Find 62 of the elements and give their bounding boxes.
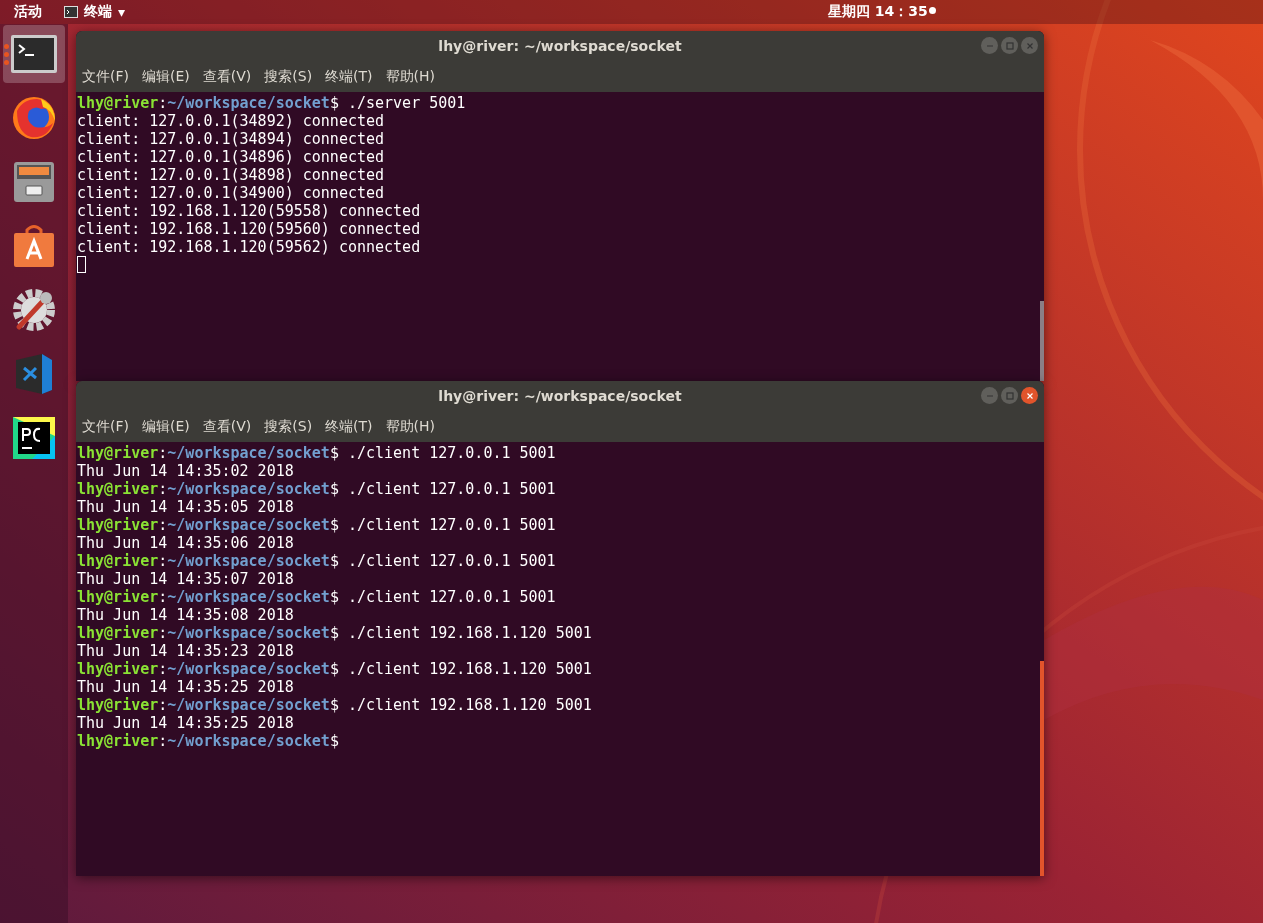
- terminal-line: lhy@river:~/workspace/socket$ ./client 192.168.1.120 5001: [77, 660, 593, 678]
- globe-icon: [11, 95, 57, 141]
- terminal-line: Thu Jun 14 14:35:23 2018: [77, 642, 295, 660]
- terminal-line: client: 127.0.0.1(34900) connected: [77, 184, 386, 202]
- caret-icon: ▾: [118, 4, 126, 20]
- terminal-line: client: 127.0.0.1(34896) connected: [77, 148, 386, 166]
- menu-item[interactable]: 帮助(H): [385, 67, 436, 86]
- terminal-line: lhy@river:~/workspace/socket$: [77, 732, 340, 750]
- terminal-line: Thu Jun 14 14:35:06 2018: [77, 534, 295, 552]
- menu-item[interactable]: 文件(F): [82, 67, 129, 86]
- terminal-line: client: 127.0.0.1(34898) connected: [77, 166, 386, 184]
- menu-item[interactable]: 搜索(S): [264, 67, 313, 86]
- menu-item[interactable]: 搜索(S): [264, 417, 313, 436]
- terminal-line: client: 127.0.0.1(34894) connected: [77, 130, 386, 148]
- terminal-line: lhy@river:~/workspace/socket$ ./client 127.0.0.1 5001: [77, 552, 557, 570]
- close-button[interactable]: [1021, 387, 1038, 404]
- terminal-line: Thu Jun 14 14:35:25 2018: [77, 714, 295, 732]
- terminal-line: lhy@river:~/workspace/socket$ ./client 127.0.0.1 5001: [77, 516, 557, 534]
- scrollbar[interactable]: [1040, 661, 1044, 876]
- gear-wrench-icon: [11, 287, 57, 333]
- filing-cabinet-icon: [12, 160, 56, 204]
- terminal-line: Thu Jun 14 14:35:02 2018: [77, 462, 295, 480]
- clock[interactable]: 星期四 14：35: [828, 3, 928, 21]
- terminal-line: client: 192.168.1.120(59560) connected: [77, 220, 422, 238]
- terminal-line: client: 192.168.1.120(59558) connected: [77, 202, 422, 220]
- terminal-line: lhy@river:~/workspace/socket$ ./client 192.168.1.120 5001: [77, 624, 593, 642]
- terminal-line: lhy@river:~/workspace/socket$ ./server 5001: [77, 94, 467, 112]
- dock-item[interactable]: [3, 25, 65, 83]
- running-indicator-icon: [4, 44, 9, 65]
- maximize-icon: [1004, 40, 1015, 51]
- close-icon: [1024, 390, 1035, 401]
- menu-item[interactable]: 编辑(E): [142, 67, 190, 86]
- scrollbar[interactable]: [1040, 301, 1044, 381]
- menu-item[interactable]: 帮助(H): [385, 417, 436, 436]
- shopping-bag-icon: [12, 223, 56, 269]
- terminal-line: client: 127.0.0.1(34892) connected: [77, 112, 386, 130]
- close-icon: [1024, 40, 1035, 51]
- terminal-line: Thu Jun 14 14:35:25 2018: [77, 678, 295, 696]
- terminal-line: client: 192.168.1.120(59562) connected: [77, 238, 422, 256]
- terminal-line: Thu Jun 14 14:35:07 2018: [77, 570, 295, 588]
- terminal-icon: [10, 34, 58, 74]
- terminal-line: Thu Jun 14 14:35:08 2018: [77, 606, 295, 624]
- ide-icon: [12, 416, 56, 460]
- menu-item[interactable]: 终端(T): [325, 417, 373, 436]
- menu-item[interactable]: 编辑(E): [142, 417, 190, 436]
- menu-item[interactable]: 查看(V): [202, 417, 252, 436]
- terminal-line: lhy@river:~/workspace/socket$ ./client 192.168.1.120 5001: [77, 696, 593, 714]
- app-menu-label: 终端: [84, 3, 112, 21]
- terminal-line: lhy@river:~/workspace/socket$ ./client 127.0.0.1 5001: [77, 480, 557, 498]
- terminal-line: lhy@river:~/workspace/socket$ ./client 127.0.0.1 5001: [77, 588, 557, 606]
- app-menu[interactable]: 终端 ▾: [64, 3, 126, 21]
- terminal-line: Thu Jun 14 14:35:05 2018: [77, 498, 295, 516]
- terminal-line: lhy@river:~/workspace/socket$ ./client 127.0.0.1 5001: [77, 444, 557, 462]
- status-dot-icon: [929, 7, 936, 14]
- menu-item[interactable]: 文件(F): [82, 417, 129, 436]
- terminal-icon: [64, 6, 78, 18]
- maximize-icon: [1004, 390, 1015, 401]
- menu-item[interactable]: 终端(T): [325, 67, 373, 86]
- menu-item[interactable]: 查看(V): [202, 67, 252, 86]
- window-title: lhy@river: ~/workspace/socket: [438, 388, 682, 404]
- activities-button[interactable]: 活动: [14, 3, 42, 21]
- window-title: lhy@river: ~/workspace/socket: [438, 38, 682, 54]
